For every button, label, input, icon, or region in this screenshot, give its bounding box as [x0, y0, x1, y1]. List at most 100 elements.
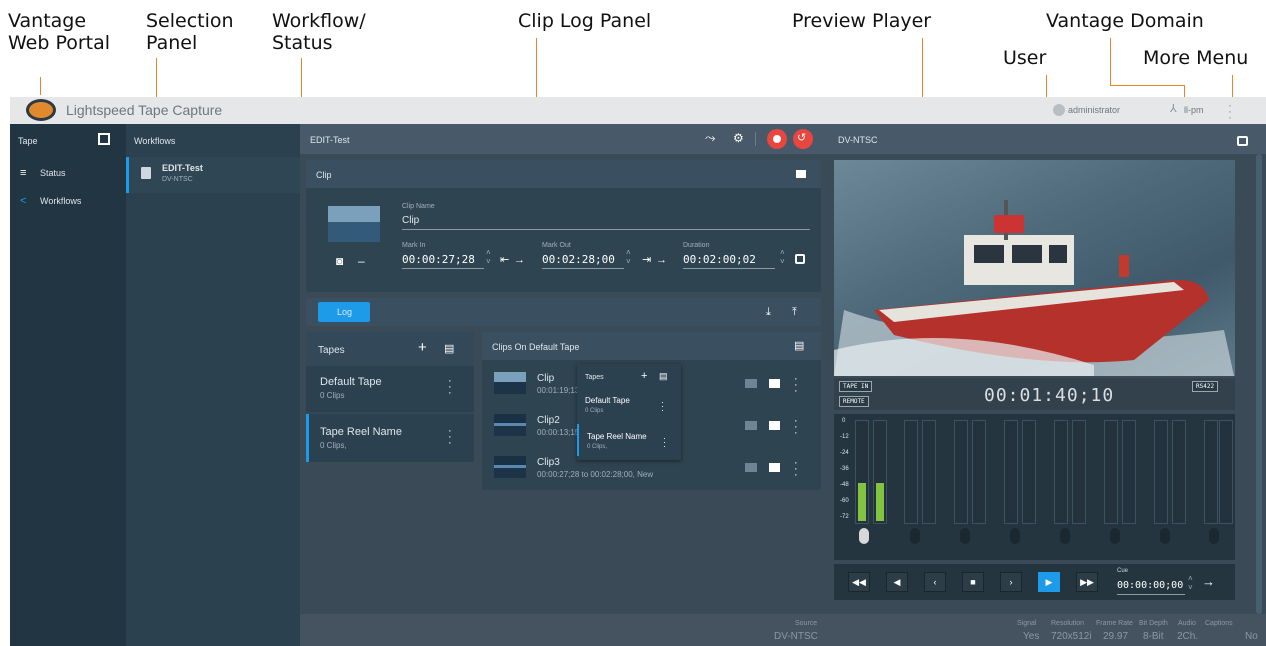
record-button[interactable]: [767, 129, 787, 149]
mark-out-stepper[interactable]: ˄ ˅: [626, 248, 631, 266]
merge-icon[interactable]: ⤳: [705, 131, 715, 144]
vu-meter: [1154, 420, 1168, 524]
vu-meter: [954, 420, 968, 524]
mark-in-field[interactable]: 00:00:27;28: [402, 253, 475, 266]
cue-label: Cue: [1117, 568, 1129, 574]
folder-icon[interactable]: [745, 463, 757, 472]
vu-scale-label: -36: [840, 466, 849, 472]
cue-field[interactable]: 00:00:00;00: [1117, 580, 1183, 591]
go-to-in-icon[interactable]: ⇤: [500, 254, 509, 266]
record-loop-button[interactable]: ↺: [793, 129, 813, 149]
stop-button[interactable]: ■: [962, 572, 984, 592]
fader-knob[interactable]: [859, 528, 869, 544]
clip-thumb: [494, 372, 526, 394]
vu-meter: [1219, 420, 1233, 524]
clip-log-title: EDIT-Test: [310, 135, 350, 145]
clip-row-info: 00:01:19;13: [537, 386, 580, 395]
source-label: Source: [795, 620, 818, 627]
clip-name-field[interactable]: Clip: [402, 215, 419, 226]
mark-out-label: Mark Out: [542, 242, 571, 249]
fast-forward-button[interactable]: ▶▶: [1076, 572, 1098, 592]
log-button[interactable]: Log: [318, 302, 370, 322]
lock-icon[interactable]: [795, 254, 805, 264]
vu-meter: [1022, 420, 1036, 524]
reverse-play-button[interactable]: ◀: [886, 572, 908, 592]
cue-stepper[interactable]: ˄ ˅: [1188, 574, 1193, 592]
go-to-out-icon[interactable]: ⇥: [642, 254, 651, 266]
signal-header: Frame Rate: [1096, 620, 1133, 627]
tapes-card: Tapes + ▤ Default Tape 0 Clips · · · Tape …: [306, 332, 474, 462]
more-vert-icon[interactable]: · · ·: [448, 376, 452, 399]
download-icon[interactable]: ⤓: [766, 306, 771, 318]
tape-item[interactable]: Default Tape 0 Clips · · ·: [306, 366, 474, 412]
signal-header: Bit Depth: [1139, 620, 1168, 627]
vu-meter: [1004, 420, 1018, 524]
vu-meter: [1172, 420, 1186, 524]
tag-icon[interactable]: [769, 463, 780, 472]
fader-knob[interactable]: [1110, 528, 1120, 544]
fader-knob[interactable]: [1010, 528, 1020, 544]
more-vert-icon[interactable]: · · ·: [794, 458, 798, 481]
fader-knob[interactable]: [960, 528, 970, 544]
domain-icon: ⅄: [1170, 103, 1177, 115]
more-menu-icon[interactable]: · · ·: [1228, 99, 1232, 123]
user-name[interactable]: administrator: [1068, 105, 1120, 115]
tag-icon[interactable]: [769, 379, 780, 388]
popup-tape-item[interactable]: Tape Reel Name 0 Clips, · · ·: [577, 424, 681, 456]
more-vert-icon[interactable]: · · ·: [661, 398, 664, 415]
app-top-bar: Lightspeed Tape Capture administrator ⅄ …: [10, 97, 1266, 124]
signal-value: Yes: [1023, 631, 1040, 642]
gallery-icon[interactable]: [98, 133, 110, 145]
vantage-logo-icon[interactable]: [26, 99, 56, 121]
scrollbar[interactable]: [1255, 154, 1263, 616]
set-in-icon[interactable]: →: [514, 254, 525, 266]
more-vert-icon[interactable]: · · ·: [794, 416, 798, 439]
clip-thumb: [494, 414, 526, 436]
play-button[interactable]: ▶: [1038, 572, 1060, 592]
vu-scale-label: 0: [842, 418, 846, 424]
more-vert-icon[interactable]: · · ·: [448, 426, 452, 449]
mark-out-field[interactable]: 00:02:28;00: [542, 253, 615, 266]
gear-icon[interactable]: ⚙: [733, 132, 744, 144]
selection-panel: Workflows EDIT-Test DV-NTSC: [126, 124, 300, 646]
folder-icon[interactable]: [745, 379, 757, 388]
delete-list-icon[interactable]: ▤: [444, 343, 454, 355]
camera-icon[interactable]: ◙: [336, 255, 343, 267]
tag-icon[interactable]: [769, 421, 780, 430]
unlock-icon[interactable]: [1237, 136, 1248, 146]
step-forward-button[interactable]: ›: [1000, 572, 1022, 592]
fader-knob[interactable]: [1060, 528, 1070, 544]
delete-list-icon[interactable]: ▤: [659, 370, 668, 382]
signal-value: 720x512i: [1051, 631, 1092, 642]
add-icon[interactable]: +: [641, 370, 647, 382]
tape-item[interactable]: Tape Reel Name 0 Clips, · · ·: [306, 414, 474, 462]
fader-knob[interactable]: [1160, 528, 1170, 544]
callout-user: User: [1003, 47, 1047, 69]
workflow-item[interactable]: EDIT-Test DV-NTSC: [126, 157, 300, 193]
folder-icon[interactable]: [745, 421, 757, 430]
clip-card-header: Clip: [306, 160, 821, 188]
delete-list-icon[interactable]: ▤: [794, 340, 804, 352]
clip-section-title: Clip: [316, 170, 332, 180]
fader-knob[interactable]: [1209, 528, 1219, 544]
sidebar-item-status[interactable]: ≡ Status: [10, 164, 126, 184]
mark-in-stepper[interactable]: ˄ ˅: [486, 248, 491, 266]
minus-icon[interactable]: –: [358, 255, 365, 267]
add-icon[interactable]: +: [418, 340, 427, 355]
more-vert-icon[interactable]: · · ·: [794, 374, 798, 397]
step-back-button[interactable]: ‹: [924, 572, 946, 592]
sidebar-item-workflows[interactable]: < Workflows: [10, 192, 126, 212]
set-out-icon[interactable]: →: [656, 254, 667, 266]
fader-knob[interactable]: [910, 528, 920, 544]
duration-field[interactable]: 00:02:00;02: [683, 253, 756, 266]
duration-stepper[interactable]: ˄ ˅: [780, 248, 785, 266]
tag-icon[interactable]: [796, 170, 806, 178]
rewind-button[interactable]: ◀◀: [848, 572, 870, 592]
upload-icon[interactable]: ⤒: [792, 306, 797, 318]
sidebar-header: Tape: [18, 136, 38, 146]
popup-tape-count: 0 Clips,: [587, 444, 608, 450]
popup-tape-item[interactable]: Default Tape 0 Clips · · ·: [577, 390, 681, 420]
domain-name[interactable]: ll-pm: [1184, 105, 1204, 115]
more-vert-icon[interactable]: · · ·: [663, 434, 666, 451]
go-to-cue-icon[interactable]: →: [1202, 575, 1215, 588]
